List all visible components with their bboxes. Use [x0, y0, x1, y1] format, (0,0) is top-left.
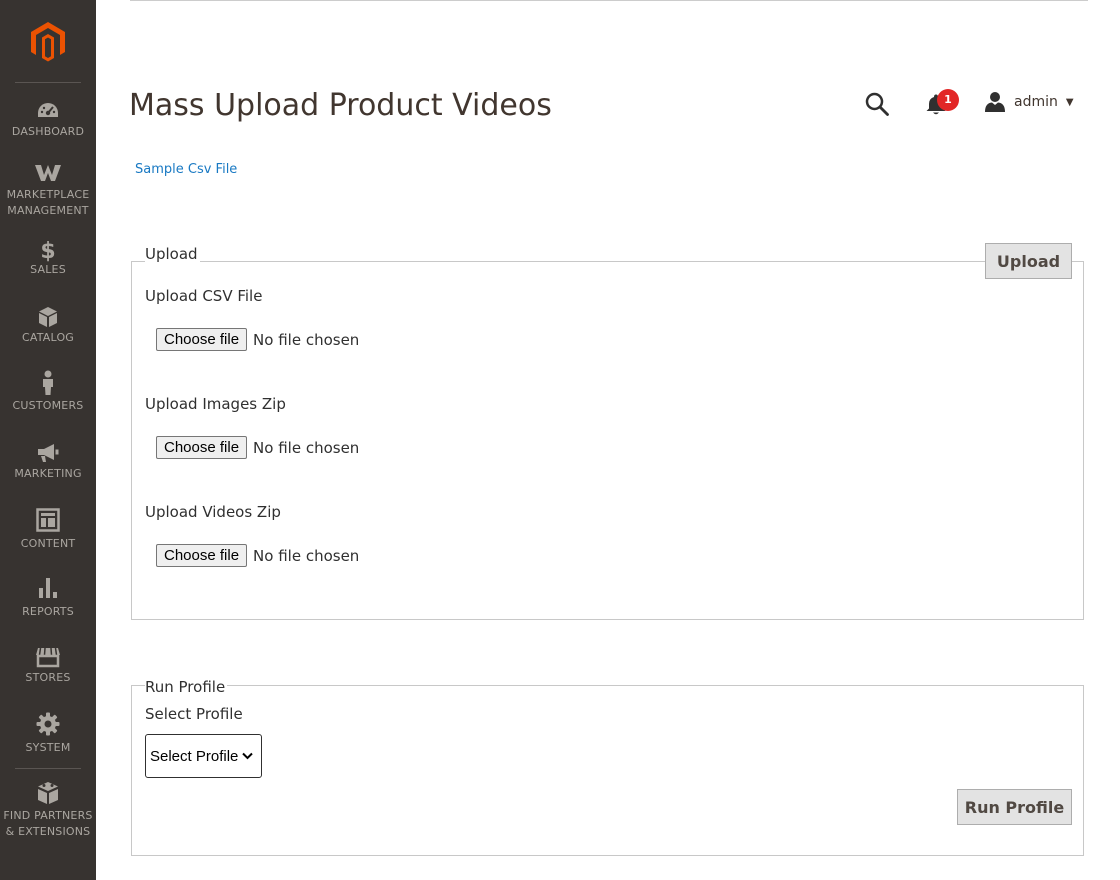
sidebar-item-label: MARKETPLACE MANAGEMENT	[6, 188, 90, 217]
upload-button[interactable]: Upload	[985, 243, 1072, 279]
sidebar-item-label: CUSTOMERS	[12, 399, 84, 412]
user-name: admin	[1014, 94, 1058, 110]
images-zip-label: Upload Images Zip	[145, 395, 286, 413]
admin-sidebar: DASHBOARD MARKETPLACE MANAGEMENT $ SALES…	[0, 0, 96, 880]
upload-legend: Upload	[145, 245, 200, 263]
sidebar-item-find-partners[interactable]: FIND PARTNERS & EXTENSIONS	[0, 780, 96, 840]
megaphone-icon	[0, 442, 96, 464]
choose-file-button[interactable]: Choose file	[156, 328, 248, 351]
user-menu[interactable]: admin ▼	[984, 90, 1074, 114]
csv-file-label: Upload CSV File	[145, 287, 263, 305]
sidebar-item-label: STORES	[25, 671, 71, 684]
user-icon	[985, 92, 1005, 112]
chevron-down-icon: ▼	[1065, 96, 1074, 108]
sidebar-item-reports[interactable]: REPORTS	[0, 576, 96, 620]
videos-zip-input[interactable]: Choose file No file chosen	[156, 544, 359, 567]
select-profile-label: Select Profile	[145, 705, 243, 723]
sample-csv-link[interactable]: Sample Csv File	[135, 162, 237, 177]
run-profile-button[interactable]: Run Profile	[957, 789, 1072, 825]
sidebar-item-label: CONTENT	[20, 537, 76, 550]
choose-file-button[interactable]: Choose file	[156, 544, 248, 567]
sidebar-item-marketplace-management[interactable]: MARKETPLACE MANAGEMENT	[0, 163, 96, 219]
sidebar-item-label: REPORTS	[22, 605, 74, 618]
marketplace-icon	[0, 163, 96, 185]
sidebar-item-label: DASHBOARD	[11, 125, 85, 138]
blocks-icon	[0, 780, 96, 806]
csv-file-input[interactable]: Choose file No file chosen	[156, 328, 359, 351]
images-zip-input[interactable]: Choose file No file chosen	[156, 436, 359, 459]
bar-chart-icon	[0, 576, 96, 602]
run-profile-fieldset	[131, 685, 1084, 856]
chevron-down-icon	[242, 752, 254, 760]
sidebar-item-label: CATALOG	[21, 331, 75, 344]
profile-select-value: Select Profile	[150, 747, 239, 765]
choose-file-button[interactable]: Choose file	[156, 436, 248, 459]
sidebar-item-label: SYSTEM	[25, 741, 71, 754]
storefront-icon	[0, 646, 96, 668]
sidebar-divider	[15, 82, 81, 83]
svg-text:$: $	[40, 239, 55, 262]
gear-icon	[0, 712, 96, 738]
sidebar-item-label: SALES	[30, 263, 66, 276]
person-icon	[0, 370, 96, 396]
notification-badge[interactable]: 1	[937, 89, 959, 111]
sidebar-item-customers[interactable]: CUSTOMERS	[0, 370, 96, 414]
layout-icon	[0, 508, 96, 534]
sidebar-item-label: FIND PARTNERS & EXTENSIONS	[3, 809, 93, 838]
file-status: No file chosen	[253, 438, 360, 457]
file-status: No file chosen	[253, 546, 360, 565]
dollar-icon: $	[0, 238, 96, 262]
sidebar-divider	[15, 768, 81, 769]
magento-logo-icon[interactable]	[28, 20, 68, 64]
search-icon[interactable]	[864, 91, 890, 117]
sidebar-item-sales[interactable]: $ SALES	[0, 238, 96, 278]
videos-zip-label: Upload Videos Zip	[145, 503, 281, 521]
sidebar-item-catalog[interactable]: CATALOG	[0, 306, 96, 346]
profile-select[interactable]: Select Profile	[145, 734, 262, 778]
sidebar-item-marketing[interactable]: MARKETING	[0, 442, 96, 482]
run-profile-legend: Run Profile	[145, 678, 228, 696]
sidebar-item-label: MARKETING	[14, 467, 82, 480]
file-status: No file chosen	[253, 330, 360, 349]
sidebar-item-dashboard[interactable]: DASHBOARD	[0, 100, 96, 140]
top-divider	[130, 0, 1088, 1]
page-title: Mass Upload Product Videos	[129, 88, 552, 123]
dashboard-icon	[0, 100, 96, 122]
sidebar-item-content[interactable]: CONTENT	[0, 508, 96, 552]
sidebar-item-system[interactable]: SYSTEM	[0, 712, 96, 756]
sidebar-item-stores[interactable]: STORES	[0, 646, 96, 686]
box-icon	[0, 306, 96, 328]
